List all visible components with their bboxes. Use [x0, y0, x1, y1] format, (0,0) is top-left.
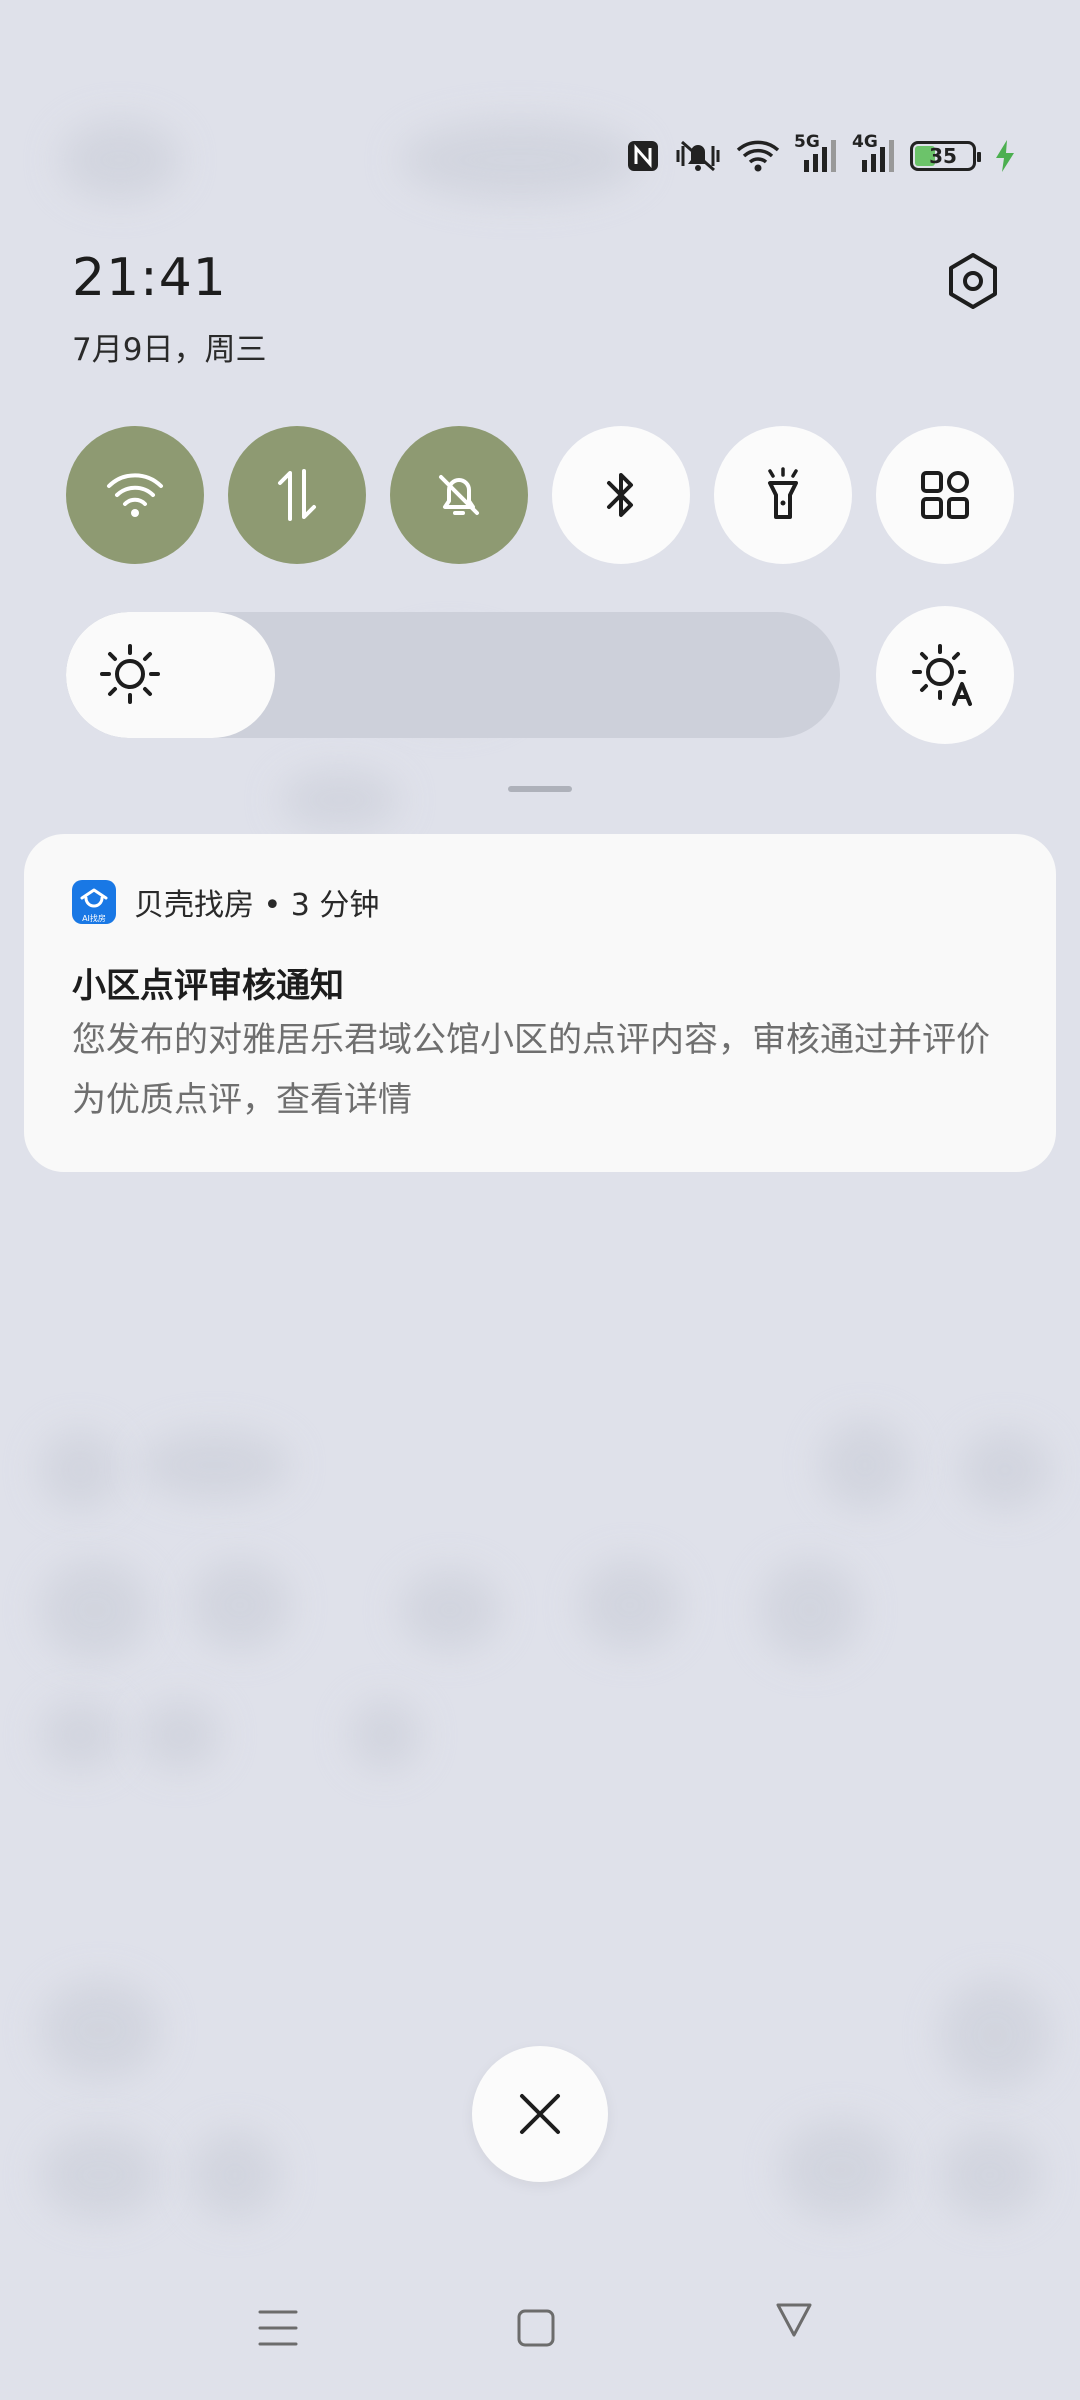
mobile-data-toggle[interactable]	[228, 426, 366, 564]
background-blur	[760, 1560, 860, 1660]
back-icon	[776, 2303, 812, 2337]
home-button[interactable]	[506, 2298, 566, 2358]
wifi-toggle[interactable]	[66, 426, 204, 564]
notification-app-name: 贝壳找房 • 3 分钟	[134, 888, 380, 923]
background-blur	[940, 2130, 1040, 2220]
bluetooth-icon	[607, 473, 633, 517]
settings-button[interactable]	[938, 246, 1008, 316]
background-blur	[940, 1980, 1050, 2090]
charging-icon	[994, 138, 1016, 174]
close-icon	[520, 2094, 560, 2134]
back-button[interactable]	[764, 2290, 824, 2350]
background-blur	[580, 1560, 680, 1650]
battery-level: 35	[929, 144, 957, 168]
wifi-icon	[107, 473, 163, 517]
edit-tiles-toggle[interactable]	[876, 426, 1014, 564]
background-blur	[400, 120, 640, 200]
nfc-icon	[626, 139, 660, 173]
clear-notifications-button[interactable]	[472, 2046, 608, 2182]
mute-icon	[674, 138, 722, 174]
background-blur	[140, 1430, 290, 1500]
notification-app-header: AI找房 贝壳找房 • 3 分钟	[72, 880, 379, 924]
wifi-icon	[736, 138, 780, 174]
brightness-slider[interactable]	[66, 612, 840, 738]
background-blur	[60, 120, 180, 200]
background-blur	[190, 1560, 290, 1650]
background-blur	[400, 1570, 500, 1650]
background-blur	[960, 1430, 1050, 1510]
flashlight-icon	[768, 467, 798, 519]
notification-body: 您发布的对雅居乐君域公馆小区的点评内容，审核通过并评价为优质点评，查看详情	[72, 1020, 990, 1120]
status-bar: 5G 4G 35	[626, 132, 1016, 174]
drag-handle[interactable]	[508, 786, 572, 792]
auto-brightness-icon	[912, 644, 972, 706]
background-blur	[820, 1420, 910, 1510]
clock[interactable]: 21:41	[72, 248, 227, 308]
edit-tiles-icon	[921, 471, 969, 519]
do-not-disturb-toggle[interactable]	[390, 426, 528, 564]
background-blur	[190, 2130, 280, 2220]
brightness-icon	[98, 642, 162, 710]
app-icon-label: AI找房	[82, 914, 106, 923]
background-blur	[40, 1560, 150, 1660]
background-blur	[40, 1700, 120, 1770]
notification-title: 小区点评审核通知	[72, 966, 344, 1006]
settings-icon	[949, 253, 997, 309]
background-blur	[780, 2120, 900, 2220]
flashlight-toggle[interactable]	[714, 426, 852, 564]
notification-card[interactable]: AI找房 贝壳找房 • 3 分钟 小区点评审核通知 您发布的对雅居乐君域公馆小区…	[24, 834, 1056, 1172]
background-blur	[40, 1430, 120, 1510]
background-blur	[350, 1700, 420, 1770]
signal-4g-icon: 4G	[852, 132, 896, 174]
background-blur	[280, 770, 400, 830]
home-icon	[517, 2309, 555, 2347]
recent-apps-button[interactable]	[248, 2298, 308, 2358]
bluetooth-toggle[interactable]	[552, 426, 690, 564]
mobile-data-icon	[278, 469, 316, 521]
menu-icon	[258, 2310, 298, 2346]
beike-app-icon: AI找房	[72, 880, 116, 924]
background-blur	[40, 1980, 160, 2080]
background-blur	[40, 2130, 160, 2220]
signal-5g-icon: 5G	[794, 132, 838, 174]
date[interactable]: 7月9日，周三	[72, 324, 266, 369]
battery-icon: 35	[910, 141, 981, 171]
do-not-disturb-icon	[439, 475, 479, 515]
background-blur	[140, 1700, 220, 1770]
auto-brightness-button[interactable]	[876, 606, 1014, 744]
